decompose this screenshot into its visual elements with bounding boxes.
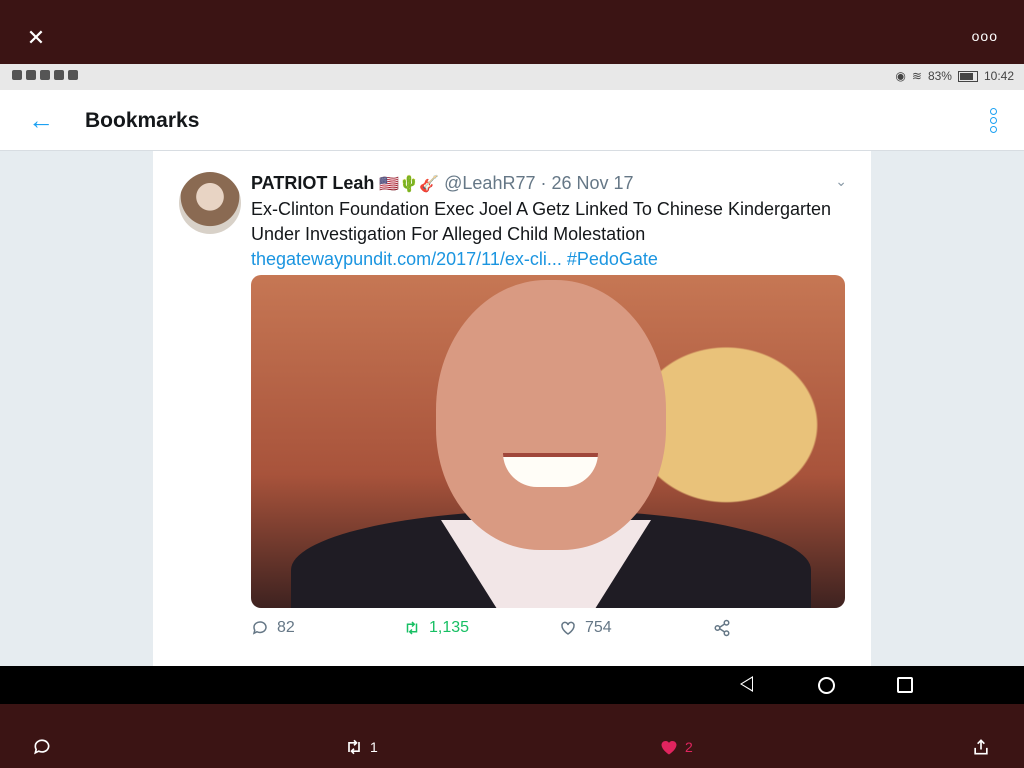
like-action[interactable]: 754 [559,619,612,637]
status-system-info: ◉ ≋ 83% 10:42 [895,69,1014,83]
android-navigation-bar [0,666,1024,704]
close-icon[interactable]: ✕ [24,26,48,50]
viewer-retweet-count: 1 [370,739,378,755]
back-arrow-icon[interactable]: ← [28,107,54,134]
heart-filled-icon [661,741,677,755]
retweet-icon [406,621,418,635]
reply-action[interactable]: 82 [251,619,295,637]
tweet-link[interactable]: thegatewaypundit.com/2017/11/ex-cli... [251,249,562,269]
retweet-icon [348,739,360,755]
name-emojis: 🇺🇸🌵🎸 [379,176,440,193]
hashtag-link[interactable]: #PedoGate [567,249,658,269]
tweet-actions: 82 1,135 754 [251,619,845,643]
battery-percent: 83% [927,69,952,83]
separator: · [540,173,547,193]
avatar[interactable] [179,172,241,234]
share-icon [714,619,730,637]
twitter-icon [54,70,64,80]
nav-home-icon[interactable] [818,677,835,694]
youtube-icon [40,70,50,80]
more-dots-icon[interactable]: ooo [972,28,998,44]
tweet-text-block: Ex-Clinton Foundation Exec Joel A Getz L… [251,197,851,272]
image-viewer-bottom-bar: 1 2 [0,704,1024,768]
viewer-reply-button[interactable] [32,737,52,757]
clock: 10:42 [983,69,1014,83]
viewer-retweet-button[interactable]: 1 [344,737,378,757]
like-count: 754 [585,619,612,636]
notification-icon [12,70,22,80]
image-viewer-top-bar: ✕ ooo [0,0,1024,64]
page-title: Bookmarks [85,109,200,132]
chevron-down-icon[interactable]: ⌄ [835,173,847,190]
tweet-header: PATRIOT Leah 🇺🇸🌵🎸 @LeahR77 · 26 Nov 17 [251,173,634,194]
share-upload-icon [974,739,988,755]
viewer-like-count: 2 [685,739,693,755]
share-action[interactable] [713,619,731,637]
tweet-card[interactable]: PATRIOT Leah 🇺🇸🌵🎸 @LeahR77 · 26 Nov 17 ⌄… [153,151,871,666]
eye-icon: ◉ [895,69,906,83]
viewer-like-button[interactable]: 2 [659,737,693,757]
tweet-date: 26 Nov 17 [551,173,634,193]
android-status-bar: ◉ ≋ 83% 10:42 [0,64,1024,90]
display-name[interactable]: PATRIOT Leah [251,173,374,193]
nav-recents-icon[interactable] [897,677,913,693]
wifi-icon: ≋ [911,69,922,83]
handle[interactable]: @LeahR77 [444,173,535,193]
nav-back-icon[interactable] [740,676,753,692]
heart-icon [561,621,575,635]
tweet-photo[interactable] [251,275,845,608]
reply-icon [252,621,267,635]
status-notification-icons [12,70,78,80]
overflow-menu-icon[interactable] [990,108,998,134]
bookmarks-header: ← Bookmarks [0,90,1024,151]
retweet-action[interactable]: 1,135 [403,619,469,637]
retweet-count: 1,135 [429,619,470,636]
reply-count: 82 [277,619,295,636]
tweet-body: Ex-Clinton Foundation Exec Joel A Getz L… [251,199,832,244]
battery-icon [957,70,978,82]
check-icon [26,70,36,80]
messenger-icon [68,70,78,80]
photo-face-shape [436,280,666,550]
reply-icon [34,739,50,755]
viewer-share-button[interactable] [971,737,991,757]
